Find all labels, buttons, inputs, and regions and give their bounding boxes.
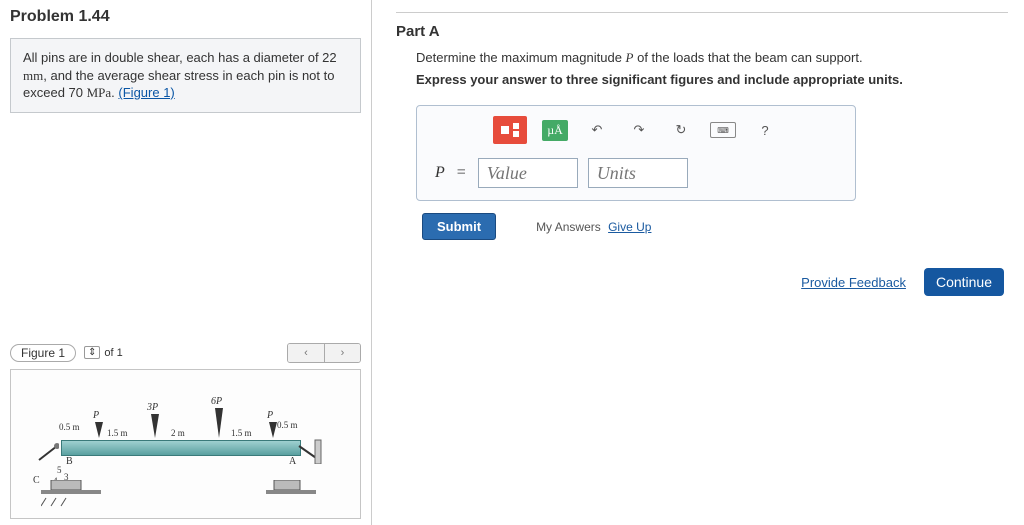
- label-c: C: [33, 475, 40, 486]
- figure-nav: ‹ ›: [287, 343, 361, 363]
- part-a-prompt: Determine the maximum magnitude P of the…: [416, 50, 1008, 66]
- support-right: [297, 438, 323, 464]
- figure-tab[interactable]: Figure 1: [10, 344, 76, 362]
- label-p2: P: [267, 410, 273, 421]
- reset-button[interactable]: ↻: [667, 117, 695, 143]
- continue-button[interactable]: Continue: [924, 268, 1004, 296]
- figure-toolbar: Figure 1 ⇕ of 1 ‹ ›: [10, 343, 361, 363]
- load-arrow-6p: [215, 408, 223, 438]
- provide-feedback-link[interactable]: Provide Feedback: [801, 275, 906, 290]
- my-answers-label: My Answers: [536, 220, 601, 234]
- figure-next-button[interactable]: ›: [324, 344, 360, 362]
- figure-sel-icon: ⇕: [84, 346, 100, 359]
- beam-graphic: [61, 440, 301, 456]
- label-b: B: [66, 456, 73, 467]
- prompt-post: of the loads that the beam can support.: [633, 50, 862, 65]
- part-a-instruction: Express your answer to three significant…: [416, 72, 1008, 87]
- figure-panel: P 3P 6P P 0.5 m 1.5 m 2 m 1.5 m 0.5 m B …: [10, 369, 361, 519]
- dim-left-p: 0.5 m: [59, 422, 80, 432]
- undo-button[interactable]: ↶: [583, 117, 611, 143]
- help-icon: ?: [761, 123, 768, 138]
- answer-input-row: P =: [429, 156, 843, 190]
- redo-button[interactable]: ↷: [625, 117, 653, 143]
- submit-button[interactable]: Submit: [422, 213, 496, 240]
- prompt-pre: Determine the maximum magnitude: [416, 50, 626, 65]
- label-6p: 6P: [211, 396, 222, 407]
- answer-box: µÅ ↶ ↷ ↻ ⌨ ? P =: [416, 105, 856, 201]
- dim-1: 1.5 m: [107, 428, 128, 438]
- dim-3: 1.5 m: [231, 428, 252, 438]
- load-arrow-p2: [269, 422, 277, 438]
- keyboard-button[interactable]: ⌨: [709, 117, 737, 143]
- desc-text-1: All pins are in double shear, each has a…: [23, 50, 337, 65]
- units-input[interactable]: [588, 158, 688, 188]
- label-a: A: [289, 456, 296, 467]
- figure-prev-button[interactable]: ‹: [288, 344, 324, 362]
- load-arrow-p1: [95, 422, 103, 438]
- answer-lhs: P: [435, 164, 445, 182]
- figure-link[interactable]: (Figure 1): [118, 85, 174, 100]
- desc-text-2: , and the average shear stress in each p…: [23, 68, 334, 101]
- dim-2: 2 m: [171, 428, 185, 438]
- give-up-link[interactable]: Give Up: [608, 220, 651, 234]
- answer-links: My Answers Give Up: [536, 220, 651, 234]
- label-3p: 3P: [147, 402, 158, 413]
- part-a-heading: Part A: [396, 21, 1008, 50]
- desc-unit-1: mm: [23, 68, 43, 83]
- keyboard-icon: ⌨: [710, 122, 736, 138]
- base-left: [41, 480, 101, 508]
- template-button[interactable]: [493, 116, 527, 144]
- support-left: [29, 432, 59, 462]
- desc-unit-2: MPa: [87, 85, 112, 100]
- answer-toolbar: µÅ ↶ ↷ ↻ ⌨ ?: [429, 116, 843, 144]
- units-button[interactable]: µÅ: [541, 117, 569, 143]
- redo-icon: ↷: [634, 122, 645, 138]
- figure-selector[interactable]: ⇕ of 1: [84, 346, 123, 359]
- figure-of-label: of 1: [104, 347, 122, 359]
- undo-icon: ↶: [592, 122, 603, 138]
- reset-icon: ↻: [676, 122, 687, 138]
- base-right: [266, 480, 316, 508]
- dim-4: 0.5 m: [277, 420, 298, 430]
- label-p1: P: [93, 410, 99, 421]
- problem-description: All pins are in double shear, each has a…: [10, 38, 361, 113]
- load-arrow-3p: [151, 414, 159, 438]
- problem-title: Problem 1.44: [10, 4, 361, 38]
- gear-5: 5: [57, 465, 62, 475]
- units-icon-label: µÅ: [542, 120, 568, 141]
- help-button[interactable]: ?: [751, 117, 779, 143]
- answer-eq: =: [457, 164, 466, 182]
- value-input[interactable]: [478, 158, 578, 188]
